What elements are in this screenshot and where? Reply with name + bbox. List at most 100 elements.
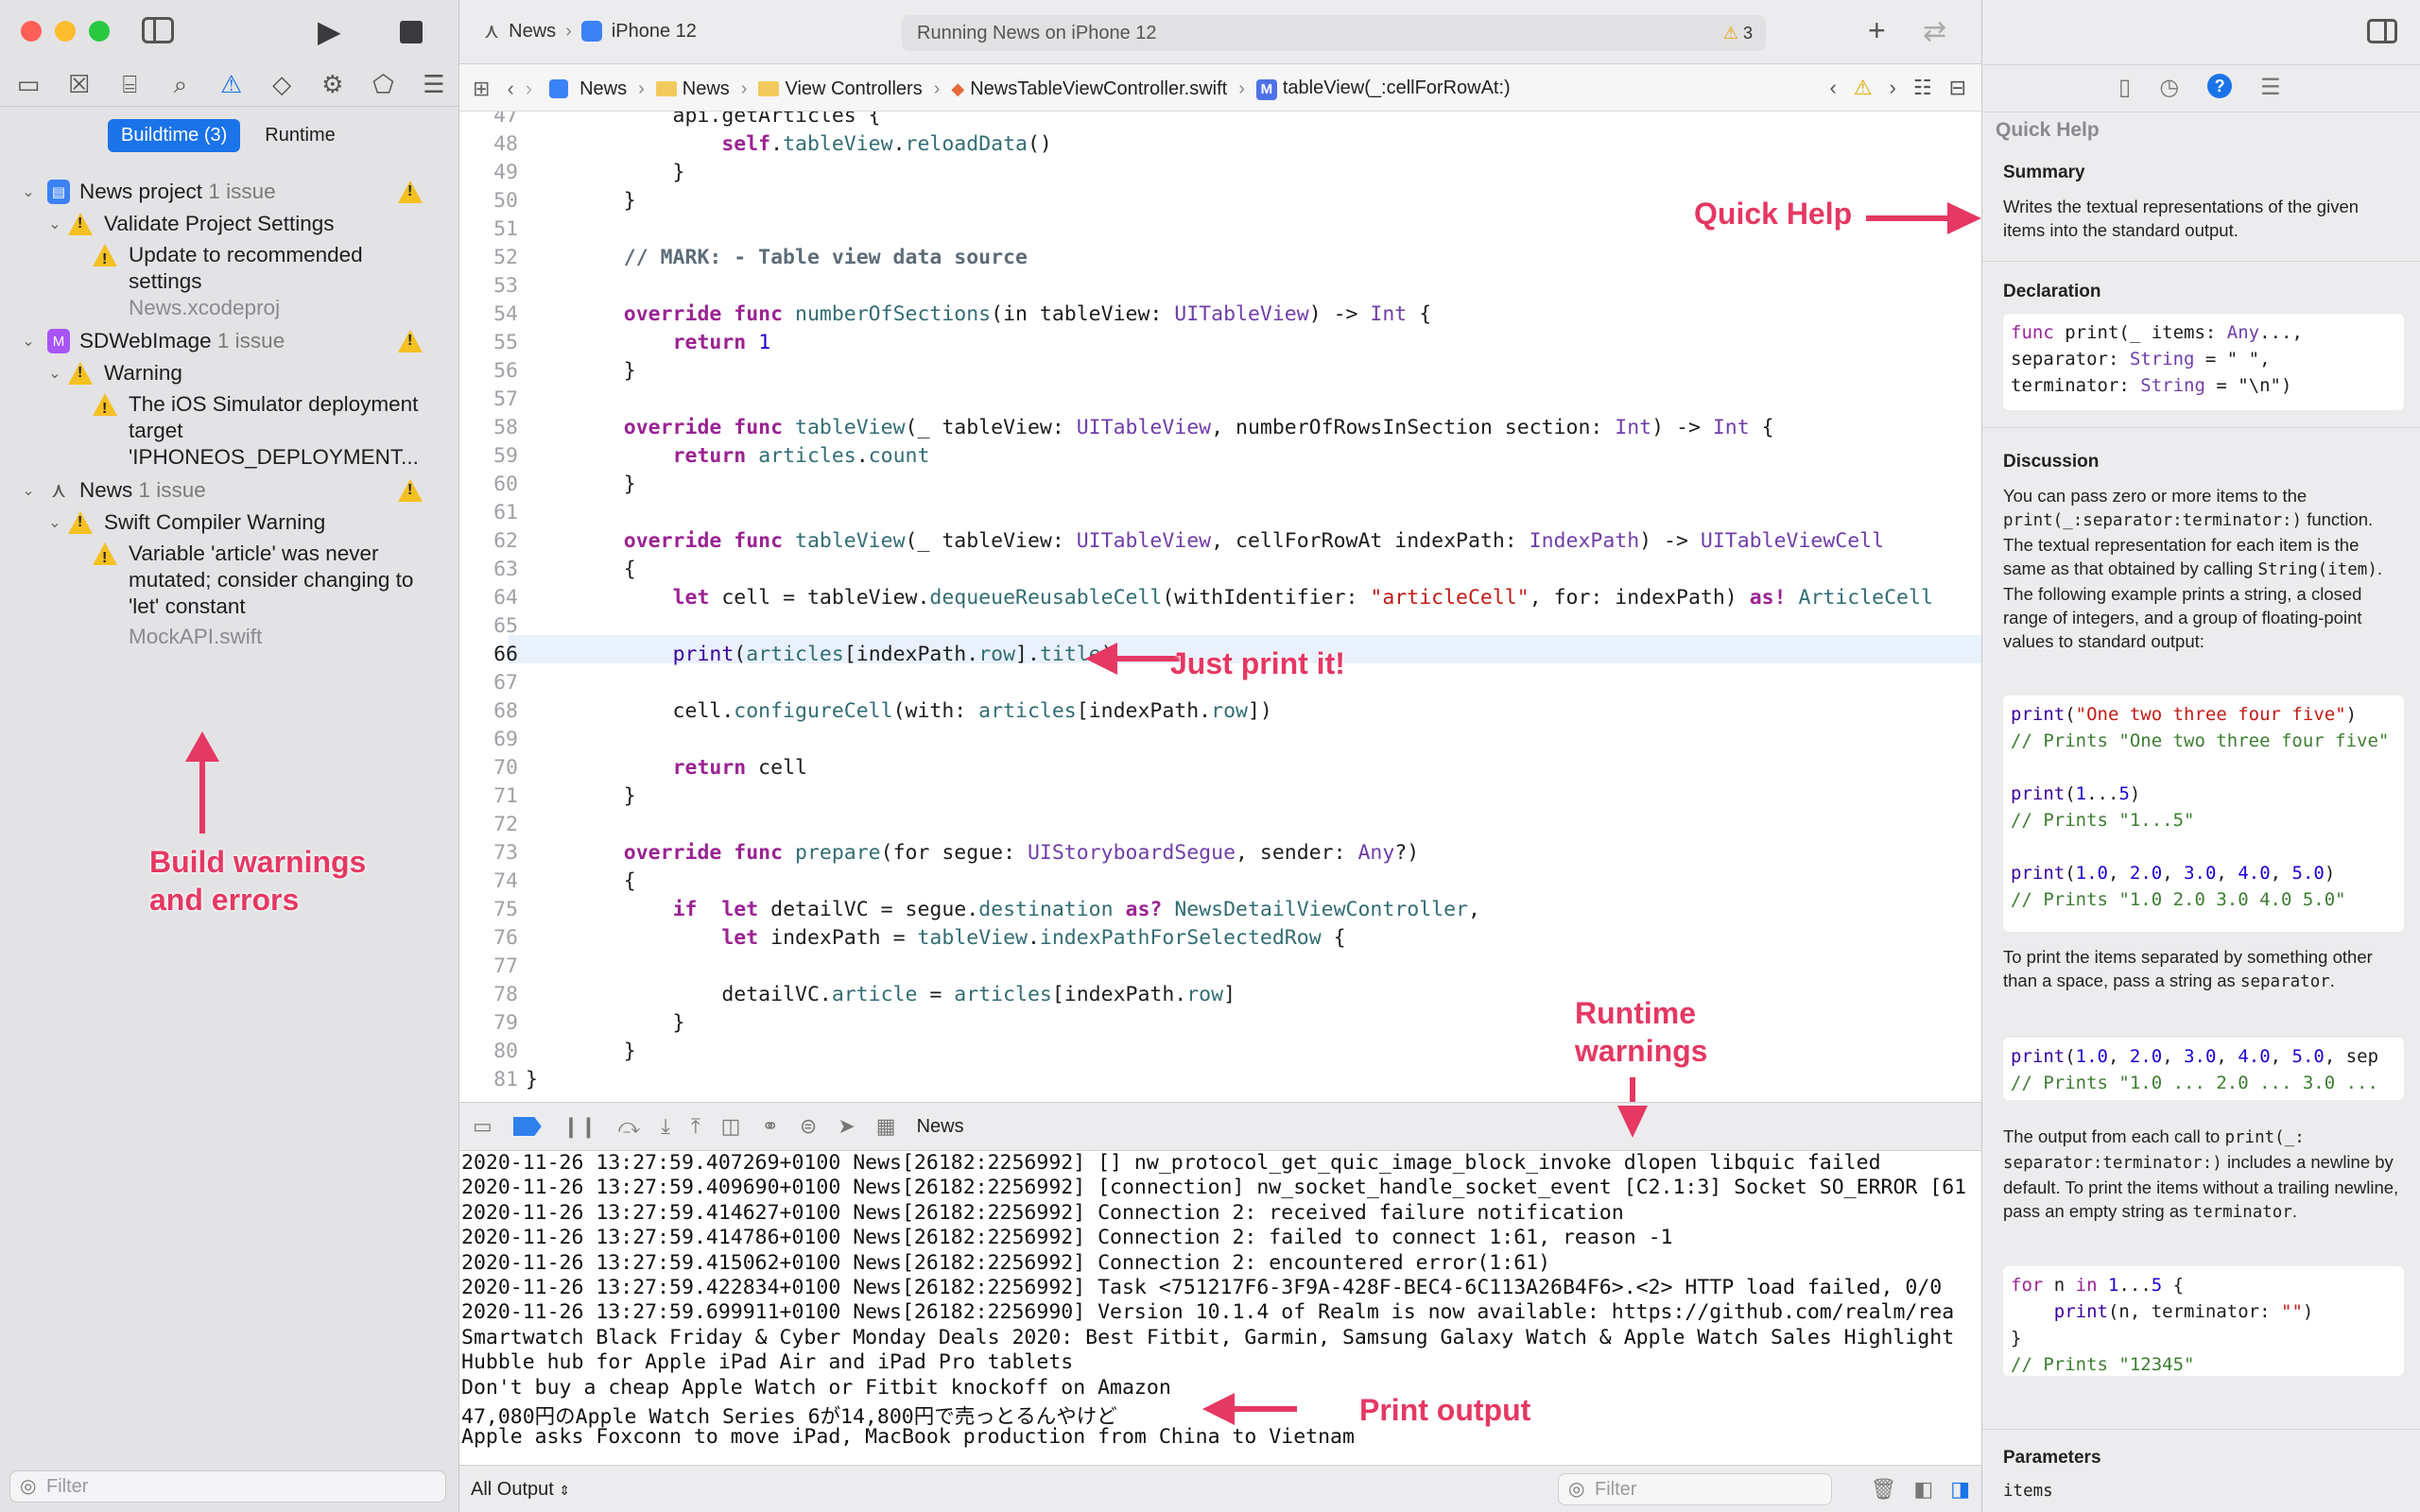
variables-view-icon[interactable]: ◧	[1913, 1477, 1933, 1502]
quick-help-icon[interactable]: ?	[2207, 74, 2233, 98]
issue-item[interactable]: The iOS Simulator deployment target 'IPH…	[0, 389, 458, 471]
issue-subgroup[interactable]: ⌄ Swift Compiler Warning	[0, 507, 458, 539]
app-target-icon: ⋏	[50, 478, 67, 502]
code-line: }	[575, 161, 685, 184]
console-line: Hubble hub for Apple iPad Air and iPad P…	[461, 1350, 1074, 1375]
process-icon: ▦	[875, 1114, 896, 1138]
warning-icon[interactable]: ⚠	[1854, 76, 1873, 100]
issue-group-news-project[interactable]: ⌄ ▤ News project 1 issue	[0, 176, 458, 208]
chevron-down-icon[interactable]: ⌄	[47, 215, 62, 233]
breakpoints-toggle-icon[interactable]	[512, 1117, 542, 1136]
console-view-icon[interactable]: ◨	[1950, 1477, 1970, 1502]
zoom-window-button[interactable]	[89, 21, 110, 42]
issue-group-news[interactable]: ⌄ ⋏ News 1 issue	[0, 474, 458, 507]
line-number: 77	[493, 954, 518, 978]
next-issue-icon[interactable]: ›	[1890, 76, 1896, 100]
tab-buildtime[interactable]: Buildtime (3)	[108, 119, 241, 152]
code-review-icon[interactable]: ⇄	[1923, 15, 1946, 48]
breadcrumb-item[interactable]: View Controllers	[758, 78, 923, 100]
code-line: }	[526, 1068, 538, 1091]
line-number: 64	[493, 586, 518, 610]
subgroup-title: Validate Project Settings	[104, 212, 335, 235]
hide-debug-area-icon[interactable]: ▭	[473, 1114, 493, 1139]
file-inspector-icon[interactable]: ▯	[2118, 74, 2131, 101]
method-icon: M	[1255, 79, 1277, 100]
minimize-window-button[interactable]	[55, 21, 76, 42]
issue-subgroup[interactable]: ⌄ Validate Project Settings	[0, 208, 458, 240]
toggle-inspector-icon[interactable]	[2367, 19, 2397, 43]
project-navigator-icon[interactable]: ▭	[13, 70, 43, 100]
xcodeproj-icon	[549, 79, 569, 98]
breakpoint-navigator-icon[interactable]: ⬠	[368, 70, 398, 100]
step-over-icon[interactable]: ⤼	[618, 1114, 641, 1139]
pause-icon[interactable]: ❙❙	[562, 1114, 597, 1139]
add-editor-icon[interactable]: ⊟	[1949, 76, 1966, 100]
status-warnings-badge[interactable]: ⚠ 3	[1723, 15, 1753, 51]
issue-subgroup[interactable]: ⌄ Warning	[0, 357, 458, 389]
window-toolbar: ⋏ News › iPhone 12 Running News on iPhon…	[459, 0, 1981, 64]
status-warnings-count: 3	[1742, 24, 1753, 43]
previous-issue-icon[interactable]: ‹	[1829, 76, 1836, 100]
issue-item[interactable]: Variable 'article' was never mutated; co…	[0, 539, 458, 650]
breadcrumb-item[interactable]: News	[655, 78, 730, 100]
issue-group-sdwebimage[interactable]: ⌄ M SDWebImage 1 issue	[0, 325, 458, 357]
output-selector[interactable]: All Output ⇕	[471, 1479, 570, 1501]
editor-options-icon[interactable]: ☷	[1913, 76, 1932, 100]
source-editor[interactable]: 47 api.getArticles { 48 self.tableView.r…	[459, 112, 1981, 1102]
debug-navigator-icon[interactable]: ⚙	[318, 70, 348, 100]
back-icon[interactable]: ‹	[507, 77, 513, 101]
test-navigator-icon[interactable]: ◇	[267, 70, 297, 100]
toggle-navigator-icon[interactable]	[142, 17, 174, 43]
chevron-down-icon[interactable]: ⌄	[47, 364, 62, 383]
navigator-filter-input[interactable]: Filter	[9, 1470, 446, 1503]
close-window-button[interactable]	[21, 21, 42, 42]
breadcrumb-item[interactable]: ◆ NewsTableViewController.swift	[951, 78, 1227, 100]
library-plus-button[interactable]: +	[1868, 13, 1886, 48]
chevron-right-icon: ›	[933, 77, 941, 99]
find-navigator-icon[interactable]: ⌕	[165, 70, 196, 100]
breadcrumb-item[interactable]: News	[579, 78, 627, 100]
attributes-inspector-icon[interactable]: ☰	[2260, 74, 2281, 101]
trash-icon[interactable]: 🗑	[1870, 1477, 1896, 1502]
code-line: self.tableView.reloadData()	[721, 132, 1052, 156]
annotation-print-output: Print output	[1359, 1393, 1531, 1427]
step-into-icon[interactable]: ⤓	[661, 1114, 670, 1139]
scheme-selector[interactable]: ⋏ News › iPhone 12	[484, 19, 697, 43]
chevron-down-icon[interactable]: ⌄	[21, 481, 36, 500]
breadcrumb-label: tableView(_:cellForRowAt:)	[1282, 77, 1511, 98]
xcodeproj-icon: ▤	[47, 180, 70, 204]
symbol-navigator-icon[interactable]: ⌸	[114, 70, 145, 100]
issue-navigator-icon[interactable]: ⚠	[216, 70, 247, 100]
chevron-down-icon[interactable]: ⌄	[21, 332, 36, 351]
code-line: return 1	[672, 331, 771, 354]
subgroup-title: Warning	[104, 361, 182, 385]
text: The output from each call to	[2003, 1126, 2221, 1146]
chevron-down-icon[interactable]: ⌄	[47, 513, 62, 532]
source-control-navigator-icon[interactable]: ☒	[64, 70, 95, 100]
annotation-arrowhead	[185, 731, 219, 762]
report-navigator-icon[interactable]: ☰	[419, 70, 449, 100]
line-number: 70	[493, 756, 518, 780]
history-inspector-icon[interactable]: ◷	[2159, 74, 2179, 101]
breadcrumb-item[interactable]: MtableView(_:cellForRowAt:)	[1255, 77, 1511, 100]
scheme-device[interactable]: iPhone 12	[612, 21, 697, 43]
view-debugger-icon[interactable]: ◫	[721, 1114, 741, 1139]
step-out-icon[interactable]: ⤒	[691, 1114, 700, 1139]
console-filter-input[interactable]: Filter	[1558, 1473, 1832, 1505]
tab-runtime[interactable]: Runtime	[251, 119, 348, 152]
code-line: // MARK: - Table view data source	[623, 246, 1028, 269]
group-title: News	[79, 478, 133, 502]
stop-button[interactable]	[400, 21, 423, 43]
grid-icon[interactable]: ⊞	[473, 77, 490, 101]
run-button[interactable]: ▶	[318, 16, 341, 46]
console-line: 2020-11-26 13:27:59.422834+0100 News[261…	[461, 1275, 1943, 1299]
line-number: 66	[493, 643, 518, 666]
environment-overrides-icon[interactable]: ⊜	[800, 1114, 817, 1139]
issue-item[interactable]: Update to recommended settings News.xcod…	[0, 240, 458, 321]
memory-graph-icon[interactable]: ⚭	[761, 1114, 778, 1139]
chevron-down-icon[interactable]: ⌄	[21, 182, 36, 201]
simulate-location-icon[interactable]: ➤	[838, 1114, 855, 1139]
forward-icon[interactable]: ›	[526, 77, 532, 101]
issue-file: MockAPI.swift	[129, 625, 263, 648]
group-count: 1 issue	[138, 478, 206, 502]
